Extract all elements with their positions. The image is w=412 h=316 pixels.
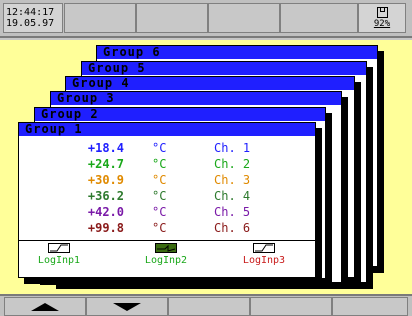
group-title: Group 5 xyxy=(82,62,366,75)
log-input-3: LogInp3 xyxy=(229,243,299,266)
top-slot-2[interactable] xyxy=(136,3,208,33)
channel-name: Ch. 3 xyxy=(214,173,251,187)
channel-name: Ch. 6 xyxy=(214,221,251,235)
channel-name: Ch. 4 xyxy=(214,189,251,203)
group-title: Group 6 xyxy=(97,46,377,59)
memory-indicator: 92% xyxy=(358,3,406,33)
memory-percent: 92% xyxy=(373,19,391,29)
softkey-5[interactable] xyxy=(332,297,408,316)
channel-unit: °C xyxy=(152,189,167,203)
channel-unit: °C xyxy=(152,173,167,187)
channel-value: +24.7 xyxy=(87,157,124,171)
log-input-label: LogInp2 xyxy=(144,255,188,266)
arrow-up-icon xyxy=(31,302,59,311)
channel-row: +18.4 °C Ch. 1 xyxy=(19,141,309,157)
channel-unit: °C xyxy=(152,157,167,171)
logic-input-icon xyxy=(48,243,70,253)
channel-name: Ch. 2 xyxy=(214,157,251,171)
clock-time: 12:44:17 xyxy=(6,7,55,18)
log-input-2: LogInp2 xyxy=(131,243,201,266)
log-input-label: LogInp3 xyxy=(242,255,286,266)
channel-value: +18.4 xyxy=(87,141,124,155)
log-input-1: LogInp1 xyxy=(24,243,94,266)
group-window-1[interactable]: Group 1 +18.4 °C Ch. 1 +24.7 °C Ch. 2 +3… xyxy=(18,122,316,278)
scroll-down-button[interactable] xyxy=(86,297,168,316)
clock-display: 12:44:17 19.05.97 xyxy=(3,3,63,33)
softkey-bar xyxy=(0,294,412,316)
top-status-bar: 12:44:17 19.05.97 92% xyxy=(0,0,412,38)
channel-row: +99.8 °C Ch. 6 xyxy=(19,221,309,237)
channel-name: Ch. 5 xyxy=(214,205,251,219)
channel-unit: °C xyxy=(152,205,167,219)
arrow-down-icon xyxy=(113,302,141,311)
channel-row: +30.9 °C Ch. 3 xyxy=(19,173,309,189)
group-title: Group 4 xyxy=(66,77,354,90)
group-title: Group 2 xyxy=(35,108,325,121)
logic-input-active-icon xyxy=(155,243,177,253)
softkey-4[interactable] xyxy=(250,297,332,316)
top-slot-3[interactable] xyxy=(208,3,280,33)
scroll-up-button[interactable] xyxy=(4,297,86,316)
group-title: Group 1 xyxy=(19,123,315,136)
channel-row: +24.7 °C Ch. 2 xyxy=(19,157,309,173)
channel-row: +36.2 °C Ch. 4 xyxy=(19,189,309,205)
floppy-disk-icon xyxy=(376,7,388,18)
group-title: Group 3 xyxy=(51,92,341,105)
channel-unit: °C xyxy=(152,221,167,235)
logic-input-icon xyxy=(253,243,275,253)
divider xyxy=(19,240,315,241)
channel-unit: °C xyxy=(152,141,167,155)
channel-value: +30.9 xyxy=(87,173,124,187)
clock-date: 19.05.97 xyxy=(6,18,55,29)
channel-row: +42.0 °C Ch. 5 xyxy=(19,205,309,221)
channel-value: +42.0 xyxy=(87,205,124,219)
channel-name: Ch. 1 xyxy=(214,141,251,155)
channel-list: +18.4 °C Ch. 1 +24.7 °C Ch. 2 +30.9 °C C… xyxy=(19,136,315,276)
log-input-label: LogInp1 xyxy=(37,255,81,266)
top-slot-1[interactable] xyxy=(64,3,136,33)
channel-value: +36.2 xyxy=(87,189,124,203)
softkey-3[interactable] xyxy=(168,297,250,316)
channel-value: +99.8 xyxy=(87,221,124,235)
top-slot-4[interactable] xyxy=(280,3,358,33)
recorder-screen: 12:44:17 19.05.97 92% Group 6 Group 5 Gr… xyxy=(0,0,412,316)
